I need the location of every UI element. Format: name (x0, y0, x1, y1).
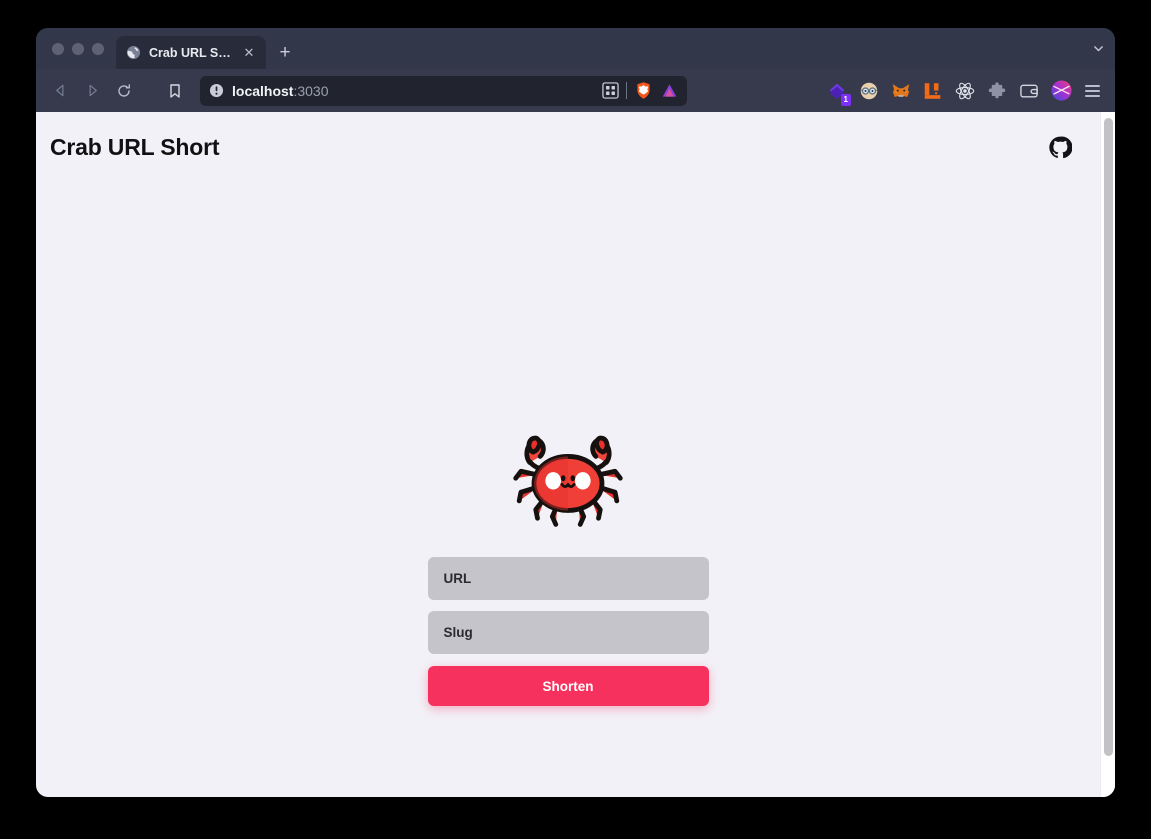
profile-avatar-icon[interactable] (1045, 75, 1077, 107)
address-port: :3030 (293, 82, 329, 99)
back-arrow-icon[interactable] (44, 75, 76, 107)
forward-arrow-glyph (89, 84, 97, 97)
hamburger-menu-icon[interactable] (1079, 75, 1105, 107)
close-window-button[interactable] (52, 42, 64, 55)
site-header: Crab URL Short (36, 112, 1100, 161)
globe-icon (126, 45, 141, 60)
crab-mascot-illustration (513, 435, 623, 527)
shorten-button[interactable]: Shorten (427, 666, 709, 706)
bookmark-glyph (170, 83, 180, 98)
reload-icon[interactable] (108, 75, 140, 107)
hamburger-line (1084, 94, 1100, 97)
page-title: Crab URL Short (50, 134, 220, 160)
close-tab-button[interactable]: ✕ (240, 44, 258, 62)
scrollbar-thumb[interactable] (1104, 118, 1113, 756)
reload-glyph (118, 83, 130, 97)
address-host: localhost (232, 82, 294, 99)
maximize-window-button[interactable] (92, 42, 104, 55)
address-bar[interactable]: localhost:3030 (200, 75, 687, 106)
orange-blocks-extension-icon[interactable] (917, 75, 949, 107)
back-arrow-glyph (55, 84, 63, 97)
page-viewport: Crab URL Short URL Slug Shorten (36, 112, 1115, 797)
bookmark-icon[interactable] (160, 75, 190, 107)
github-icon[interactable] (1049, 136, 1073, 159)
purple-triangle-icon[interactable] (660, 81, 679, 100)
window-controls (36, 28, 116, 69)
hamburger-line (1084, 89, 1100, 92)
shorten-form: Shorten (427, 557, 709, 706)
page-scrollbar[interactable] (1100, 112, 1115, 797)
browser-window: Crab URL Short ✕ + (36, 28, 1115, 797)
minimize-window-button[interactable] (72, 42, 84, 55)
browser-toolbar: localhost:3030 1 (36, 69, 1115, 112)
profile-avatar-glyph (1050, 80, 1072, 101)
qr-code-icon[interactable] (602, 82, 619, 99)
slug-input[interactable] (427, 611, 709, 654)
address-bar-text: localhost:3030 (232, 83, 594, 99)
wallet-extension-icon[interactable] (1013, 75, 1045, 107)
react-atom-glyph (955, 82, 975, 99)
goggles-face-glyph (860, 82, 878, 99)
react-devtools-extension-icon[interactable] (949, 75, 981, 107)
puzzle-piece-glyph (988, 81, 1006, 98)
wallet-glyph (1020, 84, 1038, 98)
web-page: Crab URL Short URL Slug Shorten (36, 112, 1100, 797)
address-bar-actions (602, 81, 681, 100)
hamburger-line (1084, 84, 1100, 87)
brave-shield-icon[interactable] (634, 81, 653, 100)
purple-diamond-extension-icon[interactable]: 1 (821, 75, 853, 107)
shortener-card: Shorten (36, 412, 1100, 706)
puzzle-piece-extensions-icon[interactable] (981, 75, 1013, 107)
tab-strip-spacer (300, 36, 1081, 69)
url-input[interactable] (427, 557, 709, 600)
extension-badge-count: 1 (840, 93, 851, 106)
metamask-fox-glyph (892, 83, 910, 97)
chevron-down-icon[interactable] (1081, 28, 1115, 69)
orange-blocks-glyph (924, 82, 941, 99)
forward-arrow-icon[interactable] (76, 75, 108, 107)
metamask-fox-extension-icon[interactable] (885, 75, 917, 107)
chevron-down-glyph (1093, 46, 1103, 52)
tab-title: Crab URL Short (149, 45, 232, 60)
tab-strip: Crab URL Short ✕ + (36, 28, 1115, 69)
new-tab-button[interactable]: + (270, 36, 300, 69)
github-glyph (1049, 136, 1073, 159)
info-circle-icon[interactable] (209, 83, 224, 98)
browser-tab[interactable]: Crab URL Short ✕ (116, 36, 266, 69)
toolbar-divider (626, 82, 627, 99)
goggles-face-extension-icon[interactable] (853, 75, 885, 107)
